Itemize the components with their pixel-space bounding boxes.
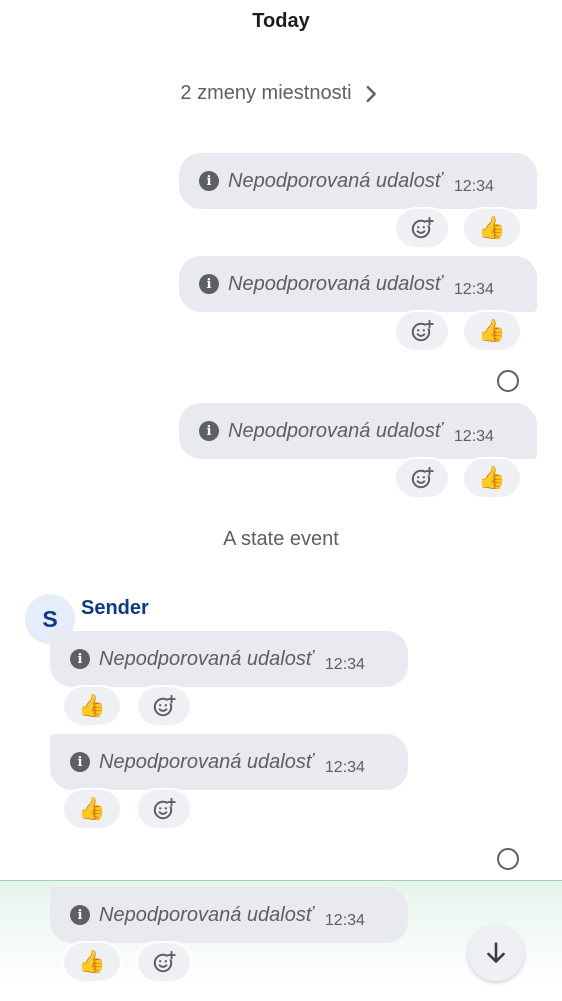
incoming-message-bubble[interactable]: i Nepodporovaná udalosť 12:34 <box>50 631 408 687</box>
message-text: Nepodporovaná udalosť <box>228 272 442 295</box>
thumbs-up-icon: 👍 <box>78 796 106 821</box>
message-timestamp: 12:34 <box>453 178 494 195</box>
thumbs-up-icon: 👍 <box>478 318 506 343</box>
message-text: Nepodporovaná udalosť <box>228 169 442 192</box>
add-reaction-button[interactable] <box>394 457 450 499</box>
incoming-message-bubble[interactable]: i Nepodporovaná udalosť 12:34 <box>50 887 408 943</box>
add-reaction-icon <box>153 950 176 973</box>
add-reaction-icon <box>411 216 434 239</box>
thumbs-up-icon: 👍 <box>478 215 506 240</box>
info-icon: i <box>199 171 219 191</box>
info-icon: i <box>199 274 219 294</box>
info-icon: i <box>199 421 219 441</box>
state-event-label: A state event <box>223 528 339 550</box>
add-reaction-icon <box>153 694 176 717</box>
chevron-right-icon <box>366 85 376 102</box>
add-reaction-icon <box>153 797 176 820</box>
thumbs-up-icon: 👍 <box>78 949 106 974</box>
add-reaction-icon <box>411 466 434 489</box>
add-reaction-button[interactable] <box>394 207 450 249</box>
outgoing-message-bubble[interactable]: i Nepodporovaná udalosť 12:34 <box>179 153 537 209</box>
sender-name[interactable]: Sender <box>81 597 149 620</box>
reaction-thumbs-up[interactable]: 👍 <box>62 685 122 727</box>
message-text: Nepodporovaná udalosť <box>99 647 313 670</box>
room-changes-label: 2 zmeny miestnosti <box>180 82 352 104</box>
add-reaction-button[interactable] <box>136 788 192 830</box>
outgoing-message-bubble[interactable]: i Nepodporovaná udalosť 12:34 <box>179 403 537 459</box>
info-icon: i <box>70 905 90 925</box>
reaction-thumbs-up[interactable]: 👍 <box>462 207 522 249</box>
read-receipt-icon[interactable] <box>497 848 519 870</box>
message-text: Nepodporovaná udalosť <box>99 903 313 926</box>
info-icon: i <box>70 649 90 669</box>
thumbs-up-icon: 👍 <box>78 693 106 718</box>
arrow-down-icon <box>487 942 505 963</box>
message-timestamp: 12:34 <box>324 656 365 673</box>
thumbs-up-icon: 👍 <box>478 465 506 490</box>
message-text: Nepodporovaná udalosť <box>99 750 313 773</box>
info-icon: i <box>70 752 90 772</box>
scroll-to-bottom-button[interactable] <box>468 925 524 981</box>
message-text: Nepodporovaná udalosť <box>228 419 442 442</box>
message-timestamp: 12:34 <box>324 759 365 776</box>
incoming-message-bubble[interactable]: i Nepodporovaná udalosť 12:34 <box>50 734 408 790</box>
reaction-thumbs-up[interactable]: 👍 <box>462 457 522 499</box>
message-timestamp: 12:34 <box>453 428 494 445</box>
message-timestamp: 12:34 <box>453 281 494 298</box>
add-reaction-button[interactable] <box>136 685 192 727</box>
add-reaction-button[interactable] <box>394 310 450 352</box>
outgoing-message-bubble[interactable]: i Nepodporovaná udalosť 12:34 <box>179 256 537 312</box>
read-receipt-icon[interactable] <box>497 370 519 392</box>
reaction-thumbs-up[interactable]: 👍 <box>62 788 122 830</box>
add-reaction-icon <box>411 319 434 342</box>
message-timestamp: 12:34 <box>324 912 365 929</box>
add-reaction-button[interactable] <box>136 941 192 983</box>
date-header: Today <box>252 10 310 32</box>
room-changes-toggle[interactable]: 2 zmeny miestnosti <box>0 82 562 105</box>
reaction-thumbs-up[interactable]: 👍 <box>462 310 522 352</box>
reaction-thumbs-up[interactable]: 👍 <box>62 941 122 983</box>
